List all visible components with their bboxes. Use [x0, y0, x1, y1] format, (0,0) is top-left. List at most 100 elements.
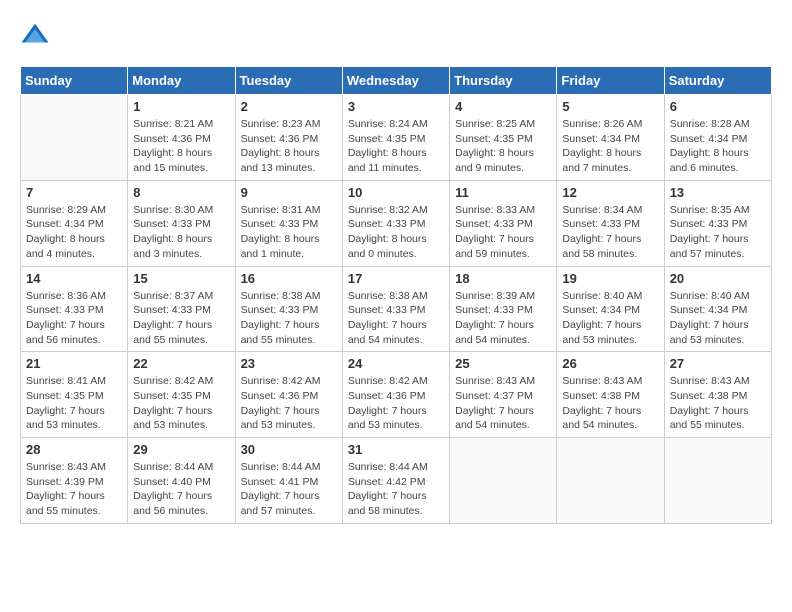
column-header-sunday: Sunday — [21, 67, 128, 95]
day-info: Sunrise: 8:39 AMSunset: 4:33 PMDaylight:… — [455, 289, 551, 348]
day-info: Sunrise: 8:35 AMSunset: 4:33 PMDaylight:… — [670, 203, 766, 262]
calendar-cell: 4 Sunrise: 8:25 AMSunset: 4:35 PMDaylight… — [450, 95, 557, 181]
day-info: Sunrise: 8:44 AMSunset: 4:42 PMDaylight:… — [348, 460, 444, 519]
day-number: 27 — [670, 356, 766, 371]
calendar-cell: 5 Sunrise: 8:26 AMSunset: 4:34 PMDaylight… — [557, 95, 664, 181]
day-info: Sunrise: 8:30 AMSunset: 4:33 PMDaylight:… — [133, 203, 229, 262]
page-header — [20, 20, 772, 50]
calendar-cell: 17Sunrise: 8:38 AMSunset: 4:33 PMDayligh… — [342, 266, 449, 352]
day-info: Sunrise: 8:26 AMSunset: 4:34 PMDaylight:… — [562, 117, 658, 176]
calendar-cell: 27 Sunrise: 8:43 AMSunset: 4:38 PMDayligh… — [664, 352, 771, 438]
day-number: 29 — [133, 442, 229, 457]
calendar-cell: 29 Sunrise: 8:44 AMSunset: 4:40 PMDayligh… — [128, 438, 235, 524]
day-info: Sunrise: 8:38 AMSunset: 4:33 PMDaylight:… — [241, 289, 337, 348]
calendar-week-row: 7 Sunrise: 8:29 AMSunset: 4:34 PMDaylight… — [21, 180, 772, 266]
calendar-table: SundayMondayTuesdayWednesdayThursdayFrid… — [20, 66, 772, 524]
day-number: 3 — [348, 99, 444, 114]
day-number: 18 — [455, 271, 551, 286]
calendar-cell: 9 Sunrise: 8:31 AMSunset: 4:33 PMDaylight… — [235, 180, 342, 266]
day-info: Sunrise: 8:42 AMSunset: 4:35 PMDaylight:… — [133, 374, 229, 433]
day-info: Sunrise: 8:32 AMSunset: 4:33 PMDaylight:… — [348, 203, 444, 262]
day-number: 15 — [133, 271, 229, 286]
calendar-week-row: 14 Sunrise: 8:36 AMSunset: 4:33 PMDayligh… — [21, 266, 772, 352]
day-info: Sunrise: 8:43 AMSunset: 4:38 PMDaylight:… — [670, 374, 766, 433]
day-info: Sunrise: 8:31 AMSunset: 4:33 PMDaylight:… — [241, 203, 337, 262]
logo-icon — [20, 20, 50, 50]
calendar-cell: 3 Sunrise: 8:24 AMSunset: 4:35 PMDaylight… — [342, 95, 449, 181]
day-info: Sunrise: 8:40 AMSunset: 4:34 PMDaylight:… — [670, 289, 766, 348]
calendar-cell: 2 Sunrise: 8:23 AMSunset: 4:36 PMDaylight… — [235, 95, 342, 181]
calendar-cell: 28Sunrise: 8:43 AMSunset: 4:39 PMDayligh… — [21, 438, 128, 524]
day-number: 13 — [670, 185, 766, 200]
day-number: 24 — [348, 356, 444, 371]
day-number: 12 — [562, 185, 658, 200]
day-info: Sunrise: 8:37 AMSunset: 4:33 PMDaylight:… — [133, 289, 229, 348]
calendar-cell: 21Sunrise: 8:41 AMSunset: 4:35 PMDayligh… — [21, 352, 128, 438]
calendar-cell: 23 Sunrise: 8:42 AMSunset: 4:36 PMDayligh… — [235, 352, 342, 438]
calendar-cell: 11 Sunrise: 8:33 AMSunset: 4:33 PMDayligh… — [450, 180, 557, 266]
day-info: Sunrise: 8:42 AMSunset: 4:36 PMDaylight:… — [241, 374, 337, 433]
day-number: 9 — [241, 185, 337, 200]
column-header-tuesday: Tuesday — [235, 67, 342, 95]
calendar-cell: 22Sunrise: 8:42 AMSunset: 4:35 PMDayligh… — [128, 352, 235, 438]
day-number: 10 — [348, 185, 444, 200]
calendar-cell: 6 Sunrise: 8:28 AMSunset: 4:34 PMDaylight… — [664, 95, 771, 181]
day-number: 20 — [670, 271, 766, 286]
day-info: Sunrise: 8:23 AMSunset: 4:36 PMDaylight:… — [241, 117, 337, 176]
calendar-cell: 7 Sunrise: 8:29 AMSunset: 4:34 PMDaylight… — [21, 180, 128, 266]
calendar-cell: 12 Sunrise: 8:34 AMSunset: 4:33 PMDayligh… — [557, 180, 664, 266]
day-info: Sunrise: 8:43 AMSunset: 4:38 PMDaylight:… — [562, 374, 658, 433]
day-info: Sunrise: 8:33 AMSunset: 4:33 PMDaylight:… — [455, 203, 551, 262]
day-info: Sunrise: 8:34 AMSunset: 4:33 PMDaylight:… — [562, 203, 658, 262]
day-info: Sunrise: 8:21 AMSunset: 4:36 PMDaylight:… — [133, 117, 229, 176]
day-number: 4 — [455, 99, 551, 114]
day-number: 26 — [562, 356, 658, 371]
logo — [20, 20, 54, 50]
calendar-week-row: 1Sunrise: 8:21 AMSunset: 4:36 PMDaylight… — [21, 95, 772, 181]
day-number: 19 — [562, 271, 658, 286]
column-header-friday: Friday — [557, 67, 664, 95]
day-info: Sunrise: 8:43 AMSunset: 4:37 PMDaylight:… — [455, 374, 551, 433]
calendar-cell: 8 Sunrise: 8:30 AMSunset: 4:33 PMDaylight… — [128, 180, 235, 266]
day-info: Sunrise: 8:44 AMSunset: 4:41 PMDaylight:… — [241, 460, 337, 519]
day-info: Sunrise: 8:36 AMSunset: 4:33 PMDaylight:… — [26, 289, 122, 348]
calendar-cell — [450, 438, 557, 524]
day-number: 7 — [26, 185, 122, 200]
day-info: Sunrise: 8:40 AMSunset: 4:34 PMDaylight:… — [562, 289, 658, 348]
calendar-cell: 14 Sunrise: 8:36 AMSunset: 4:33 PMDayligh… — [21, 266, 128, 352]
day-number: 31 — [348, 442, 444, 457]
day-info: Sunrise: 8:41 AMSunset: 4:35 PMDaylight:… — [26, 374, 122, 433]
calendar-cell: 13 Sunrise: 8:35 AMSunset: 4:33 PMDayligh… — [664, 180, 771, 266]
calendar-cell — [21, 95, 128, 181]
calendar-cell: 31 Sunrise: 8:44 AMSunset: 4:42 PMDayligh… — [342, 438, 449, 524]
column-header-monday: Monday — [128, 67, 235, 95]
day-info: Sunrise: 8:24 AMSunset: 4:35 PMDaylight:… — [348, 117, 444, 176]
day-info: Sunrise: 8:43 AMSunset: 4:39 PMDaylight:… — [26, 460, 122, 519]
day-info: Sunrise: 8:28 AMSunset: 4:34 PMDaylight:… — [670, 117, 766, 176]
day-number: 6 — [670, 99, 766, 114]
day-number: 2 — [241, 99, 337, 114]
calendar-cell — [557, 438, 664, 524]
calendar-cell: 26 Sunrise: 8:43 AMSunset: 4:38 PMDayligh… — [557, 352, 664, 438]
day-number: 14 — [26, 271, 122, 286]
day-info: Sunrise: 8:29 AMSunset: 4:34 PMDaylight:… — [26, 203, 122, 262]
calendar-cell: 15 Sunrise: 8:37 AMSunset: 4:33 PMDayligh… — [128, 266, 235, 352]
day-info: Sunrise: 8:44 AMSunset: 4:40 PMDaylight:… — [133, 460, 229, 519]
day-number: 23 — [241, 356, 337, 371]
calendar-cell: 18 Sunrise: 8:39 AMSunset: 4:33 PMDayligh… — [450, 266, 557, 352]
calendar-cell: 30Sunrise: 8:44 AMSunset: 4:41 PMDayligh… — [235, 438, 342, 524]
day-info: Sunrise: 8:42 AMSunset: 4:36 PMDaylight:… — [348, 374, 444, 433]
calendar-cell: 19 Sunrise: 8:40 AMSunset: 4:34 PMDayligh… — [557, 266, 664, 352]
day-number: 8 — [133, 185, 229, 200]
calendar-cell: 1Sunrise: 8:21 AMSunset: 4:36 PMDaylight… — [128, 95, 235, 181]
day-number: 5 — [562, 99, 658, 114]
calendar-week-row: 21Sunrise: 8:41 AMSunset: 4:35 PMDayligh… — [21, 352, 772, 438]
calendar-cell: 24 Sunrise: 8:42 AMSunset: 4:36 PMDayligh… — [342, 352, 449, 438]
day-number: 16 — [241, 271, 337, 286]
day-number: 11 — [455, 185, 551, 200]
calendar-week-row: 28Sunrise: 8:43 AMSunset: 4:39 PMDayligh… — [21, 438, 772, 524]
column-header-thursday: Thursday — [450, 67, 557, 95]
calendar-header-row: SundayMondayTuesdayWednesdayThursdayFrid… — [21, 67, 772, 95]
day-info: Sunrise: 8:25 AMSunset: 4:35 PMDaylight:… — [455, 117, 551, 176]
column-header-saturday: Saturday — [664, 67, 771, 95]
